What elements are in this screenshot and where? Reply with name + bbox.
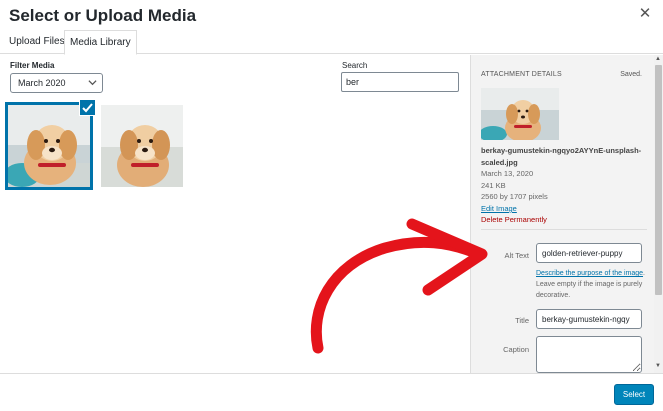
media-thumbnail-selected[interactable] [5, 102, 93, 190]
divider [481, 229, 647, 230]
search-input[interactable] [341, 72, 459, 92]
attachment-size: 241 KB [481, 181, 506, 190]
selected-check-icon[interactable] [79, 99, 96, 116]
alt-text-input[interactable] [536, 243, 642, 263]
puppy-image [8, 105, 90, 187]
sidebar-scrollbar[interactable]: ▲ ▼ [654, 55, 663, 373]
tab-upload-files[interactable]: Upload Files [4, 30, 70, 54]
puppy-image [101, 105, 183, 187]
chevron-down-icon [88, 80, 97, 86]
attachment-dimensions: 2560 by 1707 pixels [481, 192, 548, 201]
title-input[interactable] [536, 309, 642, 329]
attachment-preview [481, 88, 559, 140]
select-button[interactable]: Select [614, 384, 654, 405]
alt-text-help: Describe the purpose of the image. Leave… [536, 268, 646, 301]
scroll-down-icon[interactable]: ▼ [655, 363, 661, 369]
puppy-image [481, 88, 559, 140]
close-icon[interactable]: ✕ [637, 6, 653, 22]
filter-date-select[interactable]: March 2020 [10, 73, 103, 93]
scrollbar-thumb[interactable] [655, 65, 662, 295]
filter-media-label: Filter Media [10, 61, 55, 70]
media-thumbnail[interactable] [101, 105, 183, 187]
filter-selected-value: March 2020 [18, 78, 66, 88]
tab-media-library[interactable]: Media Library [64, 30, 137, 55]
alt-text-purpose-link[interactable]: Describe the purpose of the image [536, 270, 643, 277]
scroll-up-icon[interactable]: ▲ [655, 56, 661, 62]
media-modal: Select or Upload Media ✕ Upload Files Me… [0, 0, 663, 411]
attachment-date: March 13, 2020 [481, 169, 534, 178]
search-label: Search [342, 61, 368, 70]
attachment-filename: berkay-gumustekin-ngqyo2AYYnE-unsplash-s… [481, 146, 642, 167]
saved-status: Saved. [620, 71, 642, 78]
media-tabs: Upload Files Media Library [0, 30, 663, 55]
attachment-details-heading: ATTACHMENT DETAILS [481, 71, 562, 78]
caption-textarea[interactable] [536, 336, 642, 373]
modal-title: Select or Upload Media [9, 6, 197, 25]
annotation-arrow-icon [310, 218, 488, 354]
modal-footer: Select [0, 373, 663, 411]
